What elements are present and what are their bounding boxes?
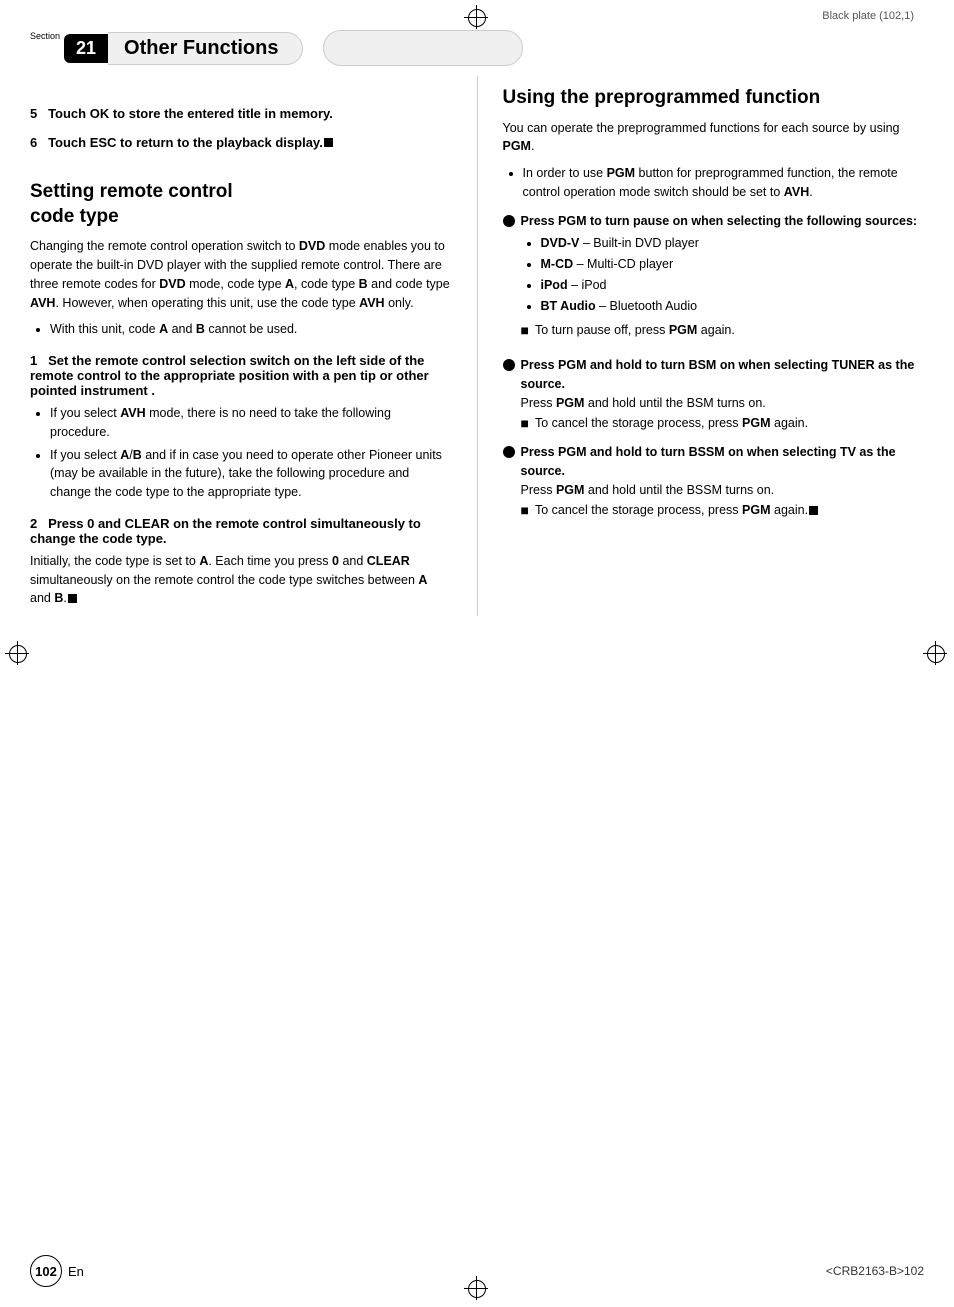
page-number: 102 bbox=[30, 1255, 62, 1287]
section-label: Section bbox=[30, 31, 60, 41]
preprogrammed-intro: You can operate the preprogrammed functi… bbox=[503, 119, 925, 157]
reg-mark-left bbox=[8, 644, 28, 664]
small-square-2 bbox=[68, 594, 77, 603]
bsm-text: Press PGM and hold until the BSM turns o… bbox=[521, 396, 766, 410]
pgm-bullets: In order to use PGM button for preprogra… bbox=[523, 164, 925, 202]
section-header: Section 21 Other Functions bbox=[30, 30, 924, 66]
source-mcd: M-CD – Multi-CD player bbox=[541, 255, 925, 274]
small-square-1 bbox=[324, 138, 333, 147]
plate-text: Black plate (102,1) bbox=[822, 10, 914, 22]
circle-icon-3 bbox=[503, 446, 515, 458]
setting-remote-heading: Setting remote controlcode type bbox=[30, 180, 452, 229]
step2-heading: 2 Press 0 and CLEAR on the remote contro… bbox=[30, 516, 452, 546]
code-type-bullets: With this unit, code A and B cannot be u… bbox=[50, 320, 452, 339]
bssm-cancel: ■ To cancel the storage process, press P… bbox=[521, 501, 925, 520]
circle-bullet-2: Press PGM and hold to turn BSM on when s… bbox=[503, 356, 925, 433]
pgm-bullet1: In order to use PGM button for preprogra… bbox=[523, 164, 925, 202]
footer-code: <CRB2163-B>102 bbox=[826, 1264, 924, 1278]
pgm-pause-off: ■ To turn pause off, press PGM again. bbox=[521, 321, 925, 340]
source-ipod: iPod – iPod bbox=[541, 276, 925, 295]
left-column: 5 Touch OK to store the entered title in… bbox=[30, 76, 477, 616]
step6-heading: 6 Touch ESC to return to the playback di… bbox=[30, 135, 452, 150]
section-number: 21 bbox=[64, 34, 108, 63]
reg-mark-top bbox=[467, 8, 487, 28]
source-btaudio: BT Audio – Bluetooth Audio bbox=[541, 297, 925, 316]
page-footer: 102 En <CRB2163-B>102 bbox=[0, 1255, 954, 1287]
setting-remote-intro: Changing the remote control operation sw… bbox=[30, 237, 452, 312]
step1-heading: 1 Set the remote control selection switc… bbox=[30, 353, 452, 398]
right-column: Using the preprogrammed function You can… bbox=[477, 76, 925, 616]
section-title: Other Functions bbox=[108, 32, 303, 65]
step5-heading: 5 Touch OK to store the entered title in… bbox=[30, 106, 452, 121]
circle-icon-2 bbox=[503, 359, 515, 371]
bsm-cancel: ■ To cancel the storage process, press P… bbox=[521, 414, 925, 433]
small-square-3 bbox=[809, 506, 818, 515]
bullet-code-ab: With this unit, code A and B cannot be u… bbox=[50, 320, 452, 339]
circle-bullet-1: Press PGM to turn pause on when selectin… bbox=[503, 212, 925, 347]
circle-bullet-3: Press PGM and hold to turn BSSM on when … bbox=[503, 443, 925, 520]
source-dvdv: DVD-V – Built-in DVD player bbox=[541, 234, 925, 253]
reg-mark-right bbox=[926, 644, 946, 664]
circle-icon-1 bbox=[503, 215, 515, 227]
section-right-decoration bbox=[323, 30, 523, 66]
preprogrammed-heading: Using the preprogrammed function bbox=[503, 86, 925, 111]
main-content: 5 Touch OK to store the entered title in… bbox=[30, 76, 924, 616]
bssm-text: Press PGM and hold until the BSSM turns … bbox=[521, 483, 775, 497]
step2-text: Initially, the code type is set to A. Ea… bbox=[30, 552, 452, 608]
step1-bullet2: If you select A/B and if in case you nee… bbox=[50, 446, 452, 502]
footer-lang: En bbox=[68, 1264, 84, 1279]
footer-left: 102 En bbox=[30, 1255, 84, 1287]
step1-bullet1: If you select AVH mode, there is no need… bbox=[50, 404, 452, 442]
step1-bullets: If you select AVH mode, there is no need… bbox=[50, 404, 452, 502]
pgm-sources-list: DVD-V – Built-in DVD player M-CD – Multi… bbox=[541, 234, 925, 315]
